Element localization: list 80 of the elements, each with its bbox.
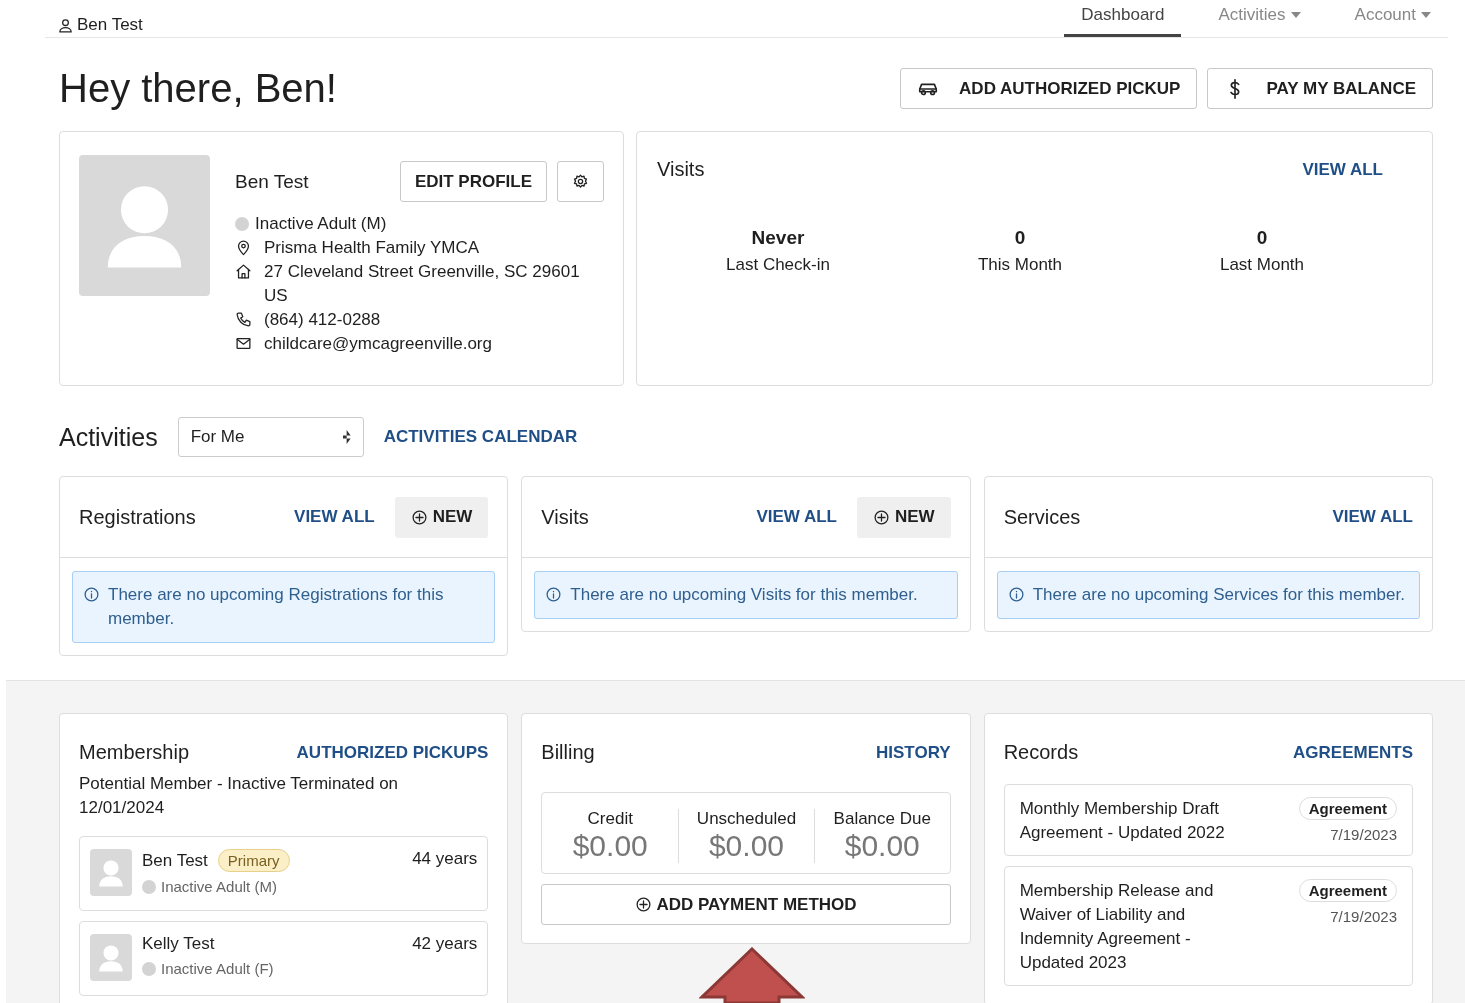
member-name: Ben Test [235, 170, 310, 193]
amount-label: Unscheduled [695, 809, 798, 829]
status-dot [142, 961, 156, 976]
address-text: 27 Cleveland Street Greenville, SC 29601 US [264, 261, 581, 307]
agreements-link[interactable]: AGREEMENTS [1293, 742, 1413, 763]
amount-value: $0.00 [571, 829, 649, 863]
record-date: 7/19/2023 [1330, 908, 1397, 925]
home-icon [235, 263, 252, 280]
info-icon [1007, 586, 1025, 603]
card-title: Registrations [79, 505, 196, 529]
mail-icon [235, 335, 252, 352]
settings-button[interactable] [557, 161, 604, 202]
location-icon [235, 239, 252, 256]
action-button[interactable]: ADD AUTHORIZED PICKUP [900, 68, 1198, 109]
avatar-icon [90, 934, 132, 981]
history-link[interactable]: HISTORY [876, 742, 951, 763]
alert-message: There are no upcoming Visits for this member. [570, 584, 919, 606]
action-button[interactable]: PAY MY BALANCE [1207, 68, 1433, 109]
member-age: 42 years [412, 934, 478, 954]
record-title: Membership Release and Waiver of Liability and Indemnity Agreement - Updated 2023 [1019, 880, 1215, 974]
amount-label: Balance Due [832, 809, 932, 829]
section-heading: Activities [59, 422, 158, 452]
member-name: Ben Test [142, 850, 208, 871]
new-button[interactable]: NEW [394, 496, 489, 538]
member-name: Kelly Test [142, 934, 215, 954]
record-date: 7/19/2023 [1330, 826, 1397, 843]
member-status: Inactive Adult (F) [161, 960, 274, 977]
greeting-heading: Hey there, Ben! [59, 66, 337, 111]
edit-profile-button[interactable]: EDIT PROFILE [399, 161, 547, 202]
user-icon [57, 16, 74, 34]
stat-label: This Month [976, 255, 1064, 275]
card-title: Records [1003, 741, 1079, 764]
stat-value: 0 [1013, 227, 1027, 249]
plus-circle-icon [410, 508, 428, 526]
card-title: Membership [79, 741, 190, 764]
nav-tab[interactable]: Activities [1201, 5, 1318, 37]
amount-value: $0.00 [843, 829, 921, 863]
member-status: Inactive Adult (M) [255, 213, 387, 235]
info-icon [545, 586, 563, 603]
alert-message: There are no upcoming Services for this member. [1032, 584, 1406, 606]
user-name: Ben Test [77, 15, 143, 35]
info-icon [83, 586, 100, 603]
amount-label: Credit [586, 809, 634, 829]
settings-icon [572, 173, 589, 190]
email-address: childcare@ymcagreenville.org [264, 333, 492, 355]
filter-dropdown[interactable]: For Me [177, 417, 364, 457]
stat-value: 0 [1255, 227, 1269, 249]
alert-message: There are no upcoming Registrations for this member. [108, 584, 445, 630]
calendar-link[interactable]: ACTIVITIES CALENDAR [383, 427, 578, 447]
phone-number: (864) 412-0288 [264, 309, 381, 331]
card-title: Billing [541, 741, 595, 764]
authorized-pickups-link[interactable]: AUTHORIZED PICKUPS [296, 742, 489, 763]
view-all-link[interactable]: VIEW ALL [1302, 159, 1383, 180]
stat-label: Last Check-in [725, 255, 831, 275]
card-title: Visits [541, 505, 589, 529]
nav-tab[interactable]: Dashboard [1064, 5, 1182, 37]
stat-value: Never [750, 227, 806, 249]
phone-icon [235, 311, 252, 328]
view-all-link[interactable]: VIEW ALL [1332, 507, 1413, 527]
card-title: Visits [657, 158, 705, 181]
new-button[interactable]: NEW [857, 496, 951, 538]
primary-badge: Primary [217, 849, 290, 872]
membership-status: Potential Member - Inactive Terminated on 12/01/2024 [79, 773, 400, 819]
add-payment-method-button[interactable]: ADD PAYMENT METHOD [541, 884, 951, 925]
view-all-link[interactable]: VIEW ALL [294, 507, 375, 527]
avatar-icon [79, 155, 210, 296]
member-age: 44 years [412, 849, 478, 869]
location-text: Prisma Health Family YMCA [264, 237, 480, 259]
nav-tab[interactable]: Account [1337, 5, 1448, 37]
status-dot [235, 217, 249, 231]
card-title: Services [1003, 505, 1081, 529]
view-all-link[interactable]: VIEW ALL [756, 507, 837, 527]
stat-label: Last Month [1218, 255, 1306, 275]
status-dot [142, 879, 156, 894]
plus-circle-icon [635, 896, 653, 913]
amount-value: $0.00 [707, 829, 785, 863]
plus-circle-icon [873, 508, 890, 526]
avatar-icon [90, 849, 132, 896]
record-title: Monthly Membership Draft Agreement - Updated 2022 [1019, 798, 1226, 844]
member-status: Inactive Adult (M) [161, 878, 277, 895]
